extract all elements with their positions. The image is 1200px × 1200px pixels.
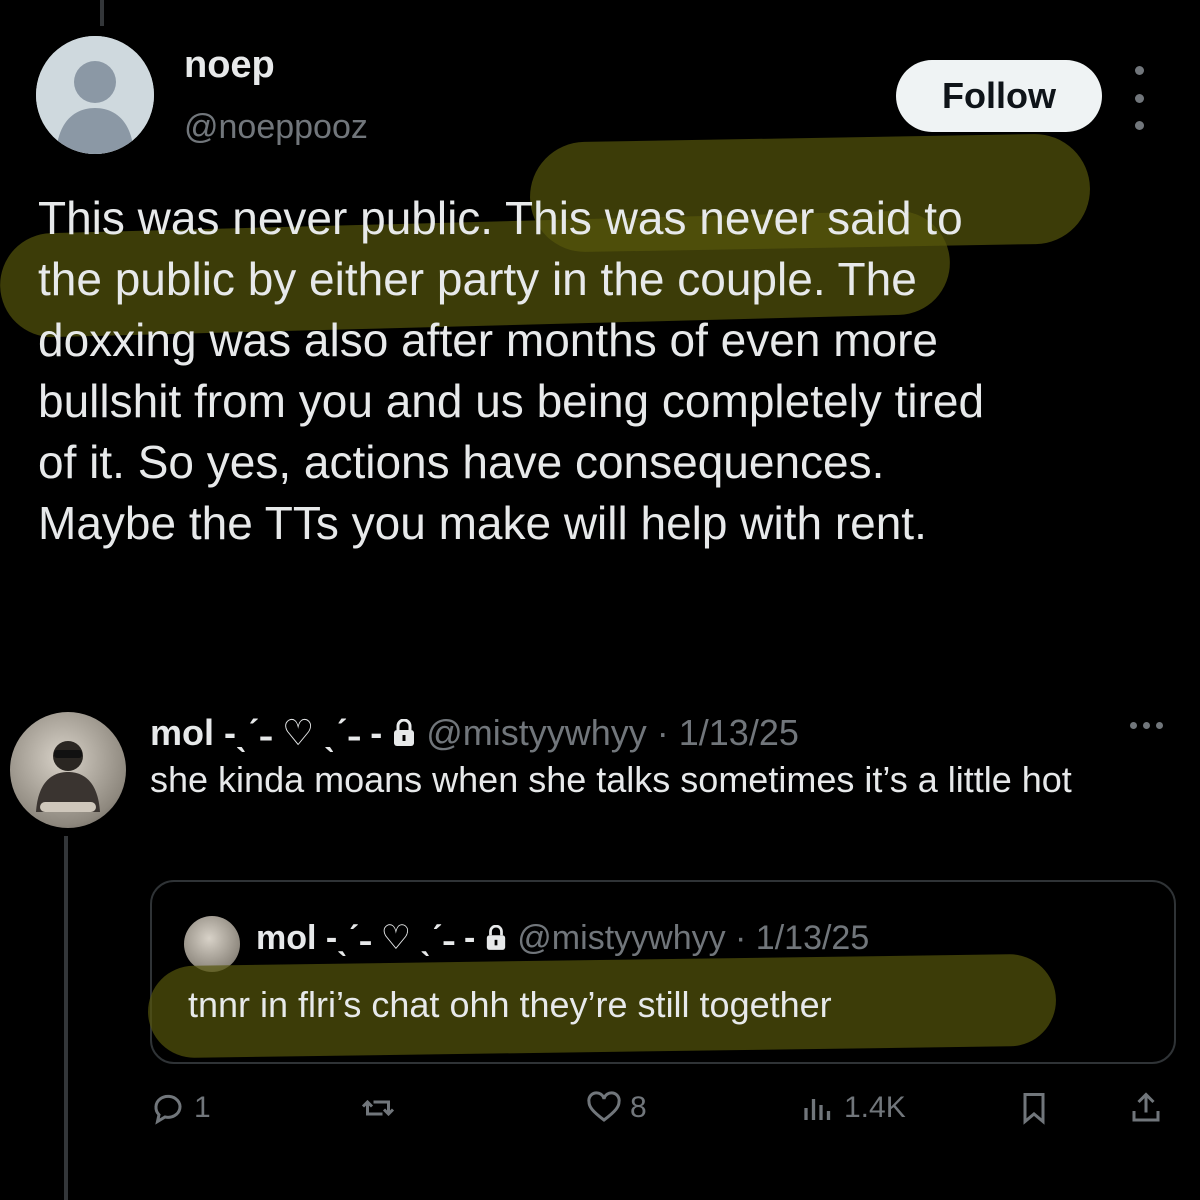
retweet-action[interactable] <box>360 1090 404 1126</box>
tweet-text: This was never public. This was never sa… <box>38 192 985 549</box>
follow-button[interactable]: Follow <box>896 60 1102 132</box>
reply-action[interactable]: 1 <box>150 1090 211 1126</box>
reply-display-name[interactable]: mol -ˎˊ˗ ♡ ˎˊ˗ - <box>150 712 382 754</box>
username-handle[interactable]: @noeppooz <box>184 108 368 147</box>
bookmark-icon <box>1023 1093 1045 1125</box>
reply-handle-date[interactable]: @mistyywhyy · 1/13/25 <box>426 712 799 754</box>
lock-icon <box>487 925 506 950</box>
like-count: 8 <box>630 1091 647 1124</box>
default-avatar-icon <box>36 36 154 154</box>
avatar <box>184 916 240 972</box>
lock-icon <box>394 719 415 746</box>
avatar[interactable] <box>36 36 154 154</box>
views-action[interactable]: 1.4K <box>800 1090 906 1126</box>
thread-line <box>100 0 104 26</box>
more-options-icon[interactable] <box>1128 66 1150 130</box>
reply-count: 1 <box>194 1091 211 1124</box>
display-name[interactable]: noep <box>184 44 275 87</box>
retweet-icon <box>361 1099 395 1117</box>
bookmark-action[interactable] <box>1016 1090 1052 1126</box>
quote-text: tnnr in flri’s chat ohh they’re still to… <box>188 984 832 1025</box>
reply-text: she kinda moans when she talks sometimes… <box>150 759 1072 800</box>
heart-icon <box>587 1091 621 1122</box>
views-icon <box>804 1099 831 1120</box>
avatar[interactable] <box>10 712 126 828</box>
like-action[interactable]: 8 <box>586 1090 647 1126</box>
more-options-icon[interactable] <box>1130 722 1163 729</box>
quote-header: mol -ˎˊ˗ ♡ ˎˊ˗ - @mistyywhyy · 1/13/25 <box>256 918 869 958</box>
action-bar: 1 8 1.4K <box>150 1090 1190 1136</box>
share-action[interactable] <box>1128 1090 1164 1126</box>
reply-header: mol -ˎˊ˗ ♡ ˎˊ˗ - @mistyywhyy · 1/13/25 <box>150 712 799 754</box>
quote-display-name: mol -ˎˊ˗ ♡ ˎˊ˗ - <box>256 919 476 957</box>
share-icon <box>1132 1092 1160 1122</box>
thread-line <box>64 836 68 1200</box>
quote-handle-date: @mistyywhyy · 1/13/25 <box>517 918 870 957</box>
views-count: 1.4K <box>844 1091 906 1124</box>
reply-icon <box>154 1094 182 1125</box>
